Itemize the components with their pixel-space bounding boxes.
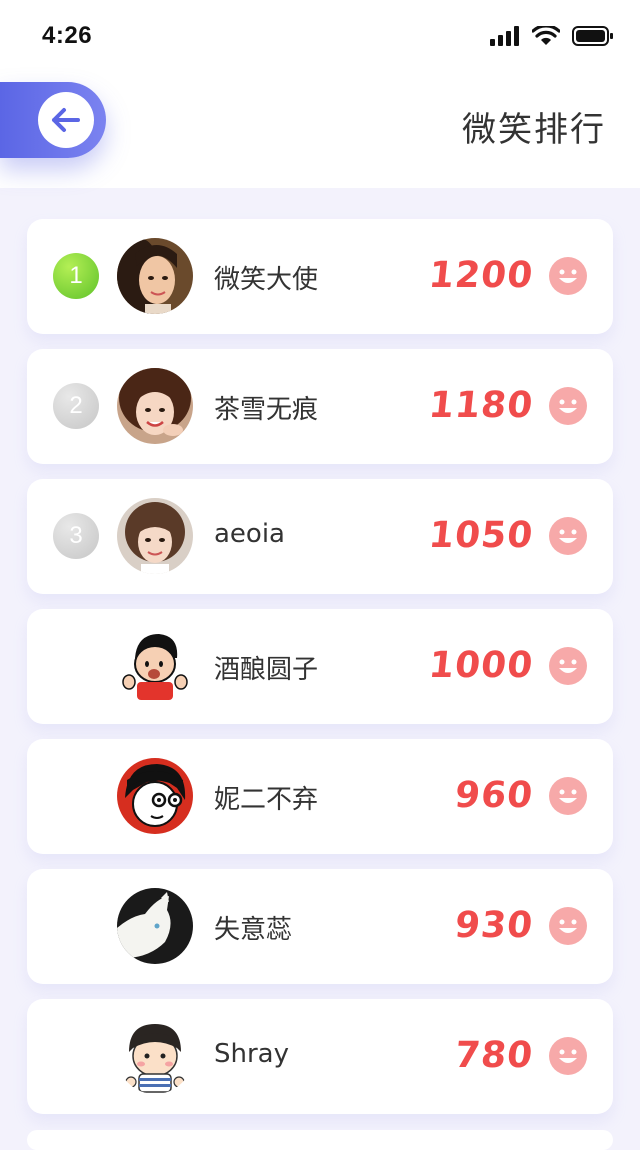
ranking-row[interactable]: 3 aeoia 1050 [27,479,613,594]
smile-face-icon [549,1037,587,1075]
status-time: 4:26 [42,22,93,49]
ranking-row[interactable]: Shray 780 [27,999,613,1114]
arrow-left-icon [52,108,80,132]
user-name: 妮二不弃 [214,785,319,815]
user-name: 失意蕊 [214,915,293,945]
avatar [117,888,193,964]
battery-icon [572,26,613,46]
status-icons [490,26,614,46]
smile-face-icon [549,777,587,815]
avatar [117,498,193,574]
smile-face-icon [549,647,587,685]
rank-badge-silver: 2 [53,383,99,429]
ranking-row[interactable]: 失意蕊 930 [27,869,613,984]
avatar [117,1018,193,1094]
back-button-circle[interactable] [38,92,94,148]
avatar [117,238,193,314]
ranking-row-partial[interactable] [27,1130,613,1150]
smile-face-icon [549,387,587,425]
avatar [117,628,193,704]
ranking-list: 1 微笑大使 1200 2 茶雪无痕 1180 3 aeoia 1050 酒酿圆… [27,219,613,1129]
smile-face-icon [549,517,587,555]
smile-face-icon [549,907,587,945]
user-name: aeoia [214,519,285,549]
signal-icon [490,26,519,46]
ranking-row[interactable]: 1 微笑大使 1200 [27,219,613,334]
user-name: 酒酿圆子 [214,655,319,685]
ranking-row[interactable]: 2 茶雪无痕 1180 [27,349,613,464]
smile-face-icon [549,257,587,295]
smile-score: 930 [452,905,536,946]
ranking-row[interactable]: 酒酿圆子 1000 [27,609,613,724]
avatar [117,368,193,444]
smile-score: 1200 [426,255,536,296]
smile-score: 1000 [426,645,536,686]
avatar [117,758,193,834]
ranking-row[interactable]: 妮二不弃 960 [27,739,613,854]
header: 微笑排行 [0,72,640,188]
smile-score: 780 [452,1035,536,1076]
back-button[interactable] [0,82,106,158]
smile-score: 1180 [426,385,536,426]
smile-score: 960 [452,775,536,816]
smile-score: 1050 [426,515,536,556]
rank-badge-bronze: 3 [53,513,99,559]
user-name: Shray [214,1039,289,1069]
user-name: 茶雪无痕 [214,395,319,425]
rank-badge-gold: 1 [53,253,99,299]
user-name: 微笑大使 [214,265,319,295]
page-title: 微笑排行 [462,110,606,150]
wifi-icon [532,26,560,45]
status-bar: 4:26 [0,0,640,72]
